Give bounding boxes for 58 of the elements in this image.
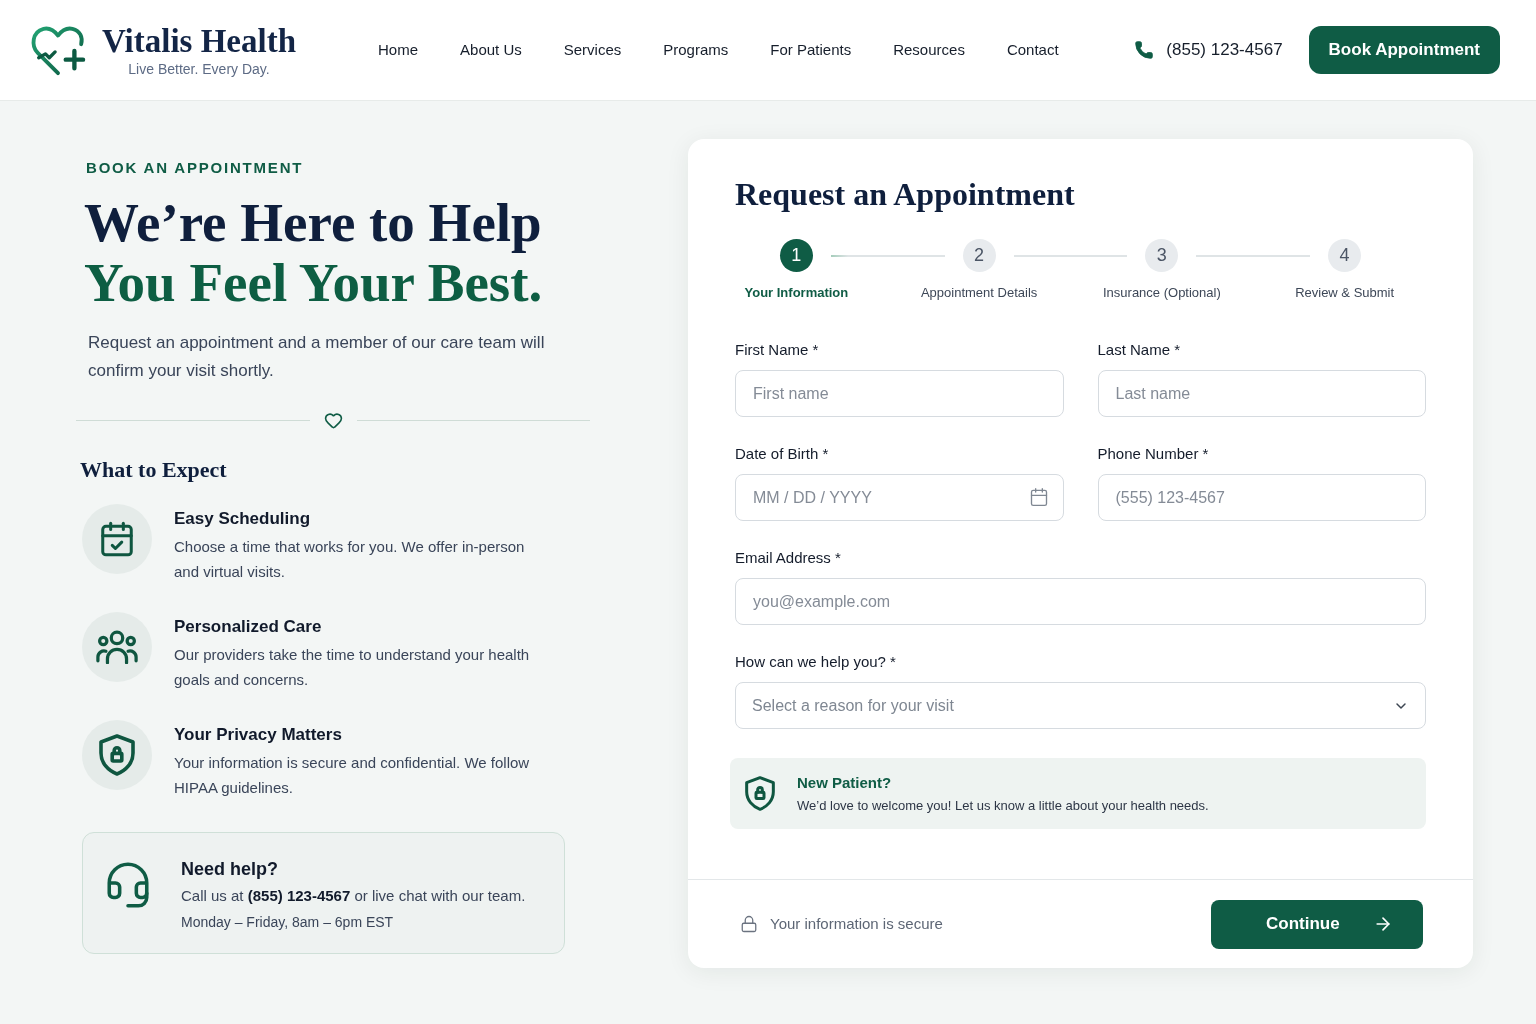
nav-link[interactable]: Home [378,38,419,62]
heart-icon [323,411,343,430]
field-label: Phone Number * [1097,444,1210,464]
help-hours: Monday – Friday, 8am – 6pm EST [181,913,395,932]
brand-tagline: Live Better. Every Day. [128,59,270,78]
feature-description: Our providers take the time to understand your health goals and concerns. [174,645,531,690]
field-label: How can we help you? * [735,652,897,672]
field-label: Email Address * [735,548,842,568]
phone-number: (855) 123-4567 [1166,39,1283,62]
calendar-check-icon [98,520,136,558]
input-field[interactable]: (555) 123-4567 [1097,474,1426,521]
step-number: 2 [962,239,996,272]
step-label: Insurance (Optional) [1103,284,1221,302]
intro-paragraph: Request an appointment and a member of our care team will confirm your visit shortly. [87,332,546,382]
notice-text: We’d love to welcome you! Let us know a little about your health needs. [797,796,1209,815]
nav-link[interactable]: Contact [1006,38,1059,62]
nav-link[interactable]: For Patients [770,38,852,62]
nav-link[interactable]: Services [563,38,622,62]
step-number: 4 [1328,239,1362,272]
eyebrow-text: BOOK AN APPOINTMENT [85,159,305,177]
field-label: Date of Birth * [735,444,830,464]
shield-lock-icon [745,776,775,811]
step-number: 1 [779,239,813,272]
headline-text: You Feel Your Best. [84,253,544,313]
nav-link[interactable]: Resources [893,38,965,62]
continue-button[interactable]: Continue [1211,899,1423,949]
headline-text: We’re Here to Help [84,193,543,253]
field-label: First Name * [735,340,820,360]
feature-description: Your information is secure and confidential. We follow HIPAA guidelines. [174,753,531,798]
step-label: Your Information [744,284,849,302]
people-icon [96,630,138,664]
step-label: Review & Submit [1295,284,1395,302]
input-field[interactable]: you@example.com [735,578,1426,625]
brand-name: Vitalis Health [102,22,297,59]
feature-title: Personalized Care [174,616,323,638]
book-appointment-button[interactable]: Book Appointment [1308,26,1500,74]
section-heading: What to Expect [79,456,228,484]
feature-title: Your Privacy Matters [174,724,343,746]
field-label: Last Name * [1097,340,1182,360]
input-field[interactable]: First name [735,370,1064,417]
nav-link[interactable]: Programs [663,38,729,62]
form-title: Request an Appointment [735,175,1076,213]
calendar-icon[interactable] [1028,487,1049,507]
phone-icon [1134,40,1155,60]
feature-description: Choose a time that works for you. We offer in-person and virtual visits. [174,537,526,582]
help-text: Call us at (855) 123-4567 or live chat with our team. [181,886,526,906]
select-field[interactable]: Select a reason for your visit [735,682,1426,729]
help-title: Need help? [181,858,279,881]
step-label: Appointment Details [920,284,1038,302]
step-number: 3 [1145,239,1179,272]
feature-title: Easy Scheduling [174,508,312,530]
shield-lock-icon [99,734,135,776]
notice-title: New Patient? [797,772,893,793]
input-field[interactable]: Last name [1097,370,1426,417]
nav-link[interactable]: About Us [460,38,522,62]
secure-note: Your information is secure [770,913,943,934]
lock-icon [740,914,758,934]
date-input-field[interactable]: MM / DD / YYYY [735,474,1064,521]
